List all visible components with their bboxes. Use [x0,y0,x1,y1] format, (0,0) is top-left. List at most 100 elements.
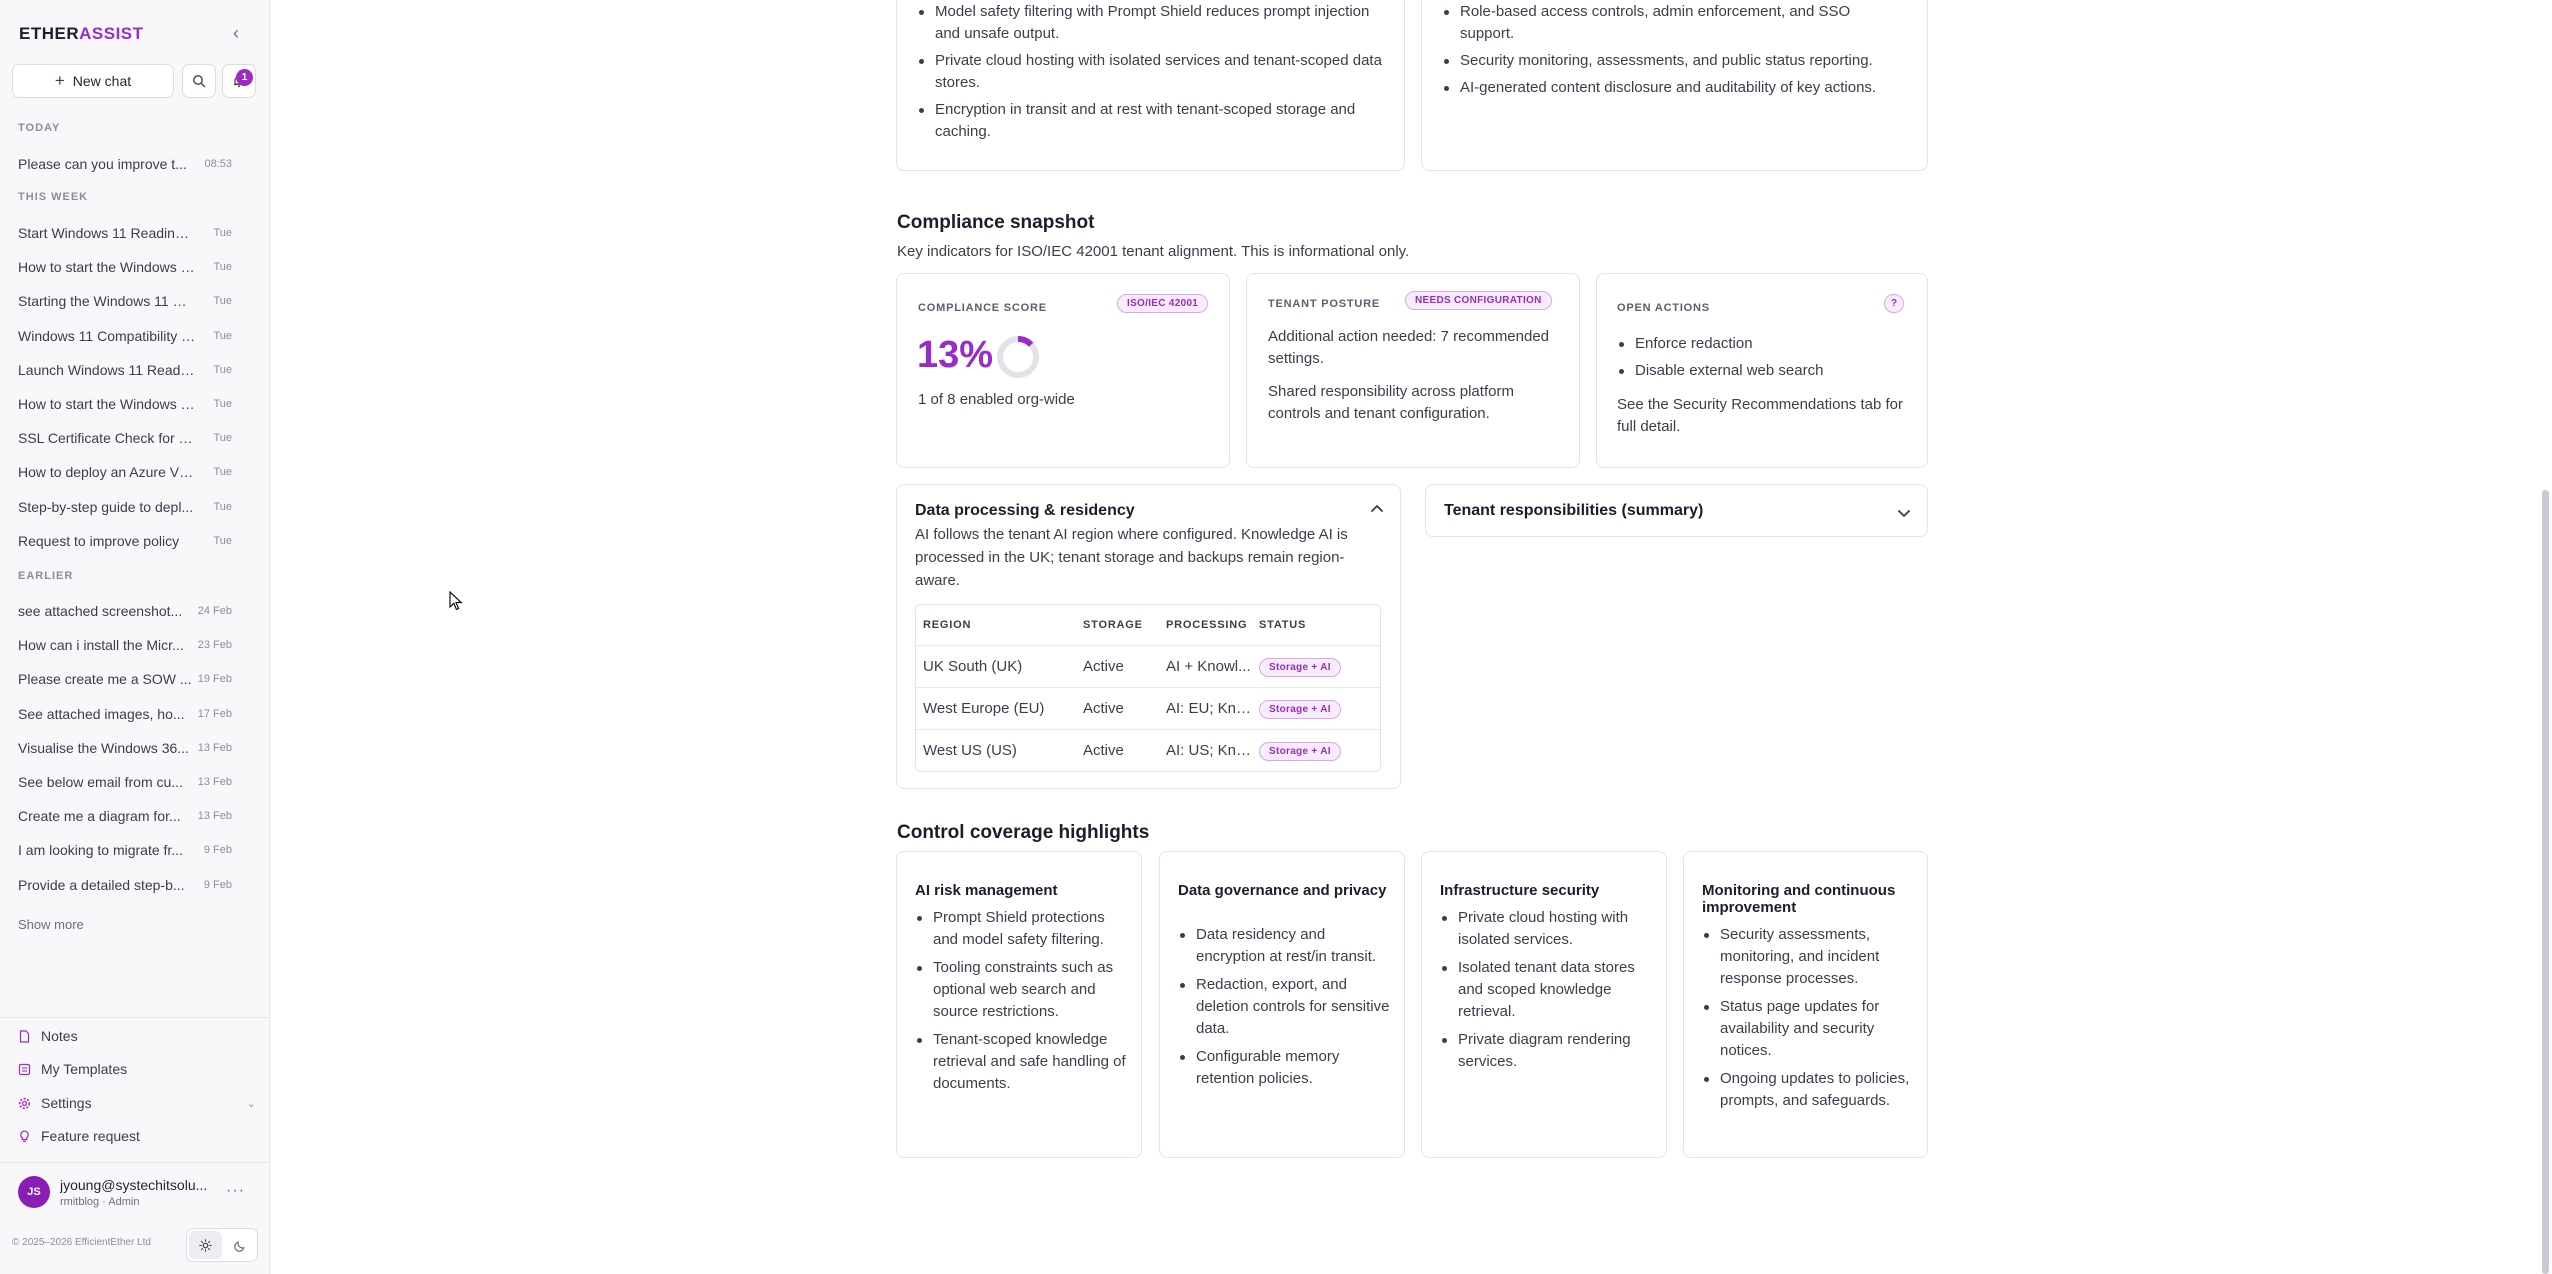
chat-title: Provide a detailed step-b... [18,876,185,893]
tenant-posture-responsibility-text: Shared responsibility across platform co… [1268,383,1514,422]
chat-history-item[interactable]: Launch Windows 11 Readine... Tue [10,357,240,383]
storage-cell: Active [1083,700,1124,717]
header-processing: PROCESSING [1166,619,1248,631]
security-summary-card-right: Role-based access controls, admin enforc… [1421,0,1928,171]
user-menu-button[interactable]: ··· [226,1182,245,1200]
more-horizontal-icon: ··· [226,1182,245,1199]
tenant-responsibilities-accordion[interactable]: Tenant responsibilities (summary) [1425,484,1928,537]
header-storage: STORAGE [1083,619,1143,631]
user-email: jyoung@systechitsolu... [60,1177,208,1193]
page-scrollbar[interactable] [2542,490,2549,1274]
chat-history-item[interactable]: SSL Certificate Check for ht... Tue [10,425,240,451]
chat-history-item[interactable]: Starting the Windows 11 Rea... Tue [10,288,240,314]
table-row: West Europe (EU) Active AI: EU; Kno... Stor… [916,687,1380,729]
chat-title: Visualise the Windows 36... [18,739,189,756]
status-cell: Storage + AI [1259,657,1380,677]
notification-badge: 1 [236,69,253,86]
header-region: REGION [923,619,972,631]
chat-date: 23 Feb [197,639,232,652]
nav-settings[interactable]: Settings ⌄ [18,1090,256,1116]
chat-history-item[interactable]: Please can you improve t... 08:53 [10,151,240,177]
theme-toggle[interactable] [186,1228,258,1262]
chat-history-item[interactable]: Windows 11 Compatibility S... Tue [10,323,240,349]
show-more-link[interactable]: Show more [18,917,84,932]
nav-feature-request[interactable]: Feature request [18,1123,256,1149]
chat-history-item[interactable]: Request to improve policy Tue [10,528,240,554]
lightbulb-icon [20,1130,29,1142]
processing-cell: AI: EU; Kno... [1166,700,1257,717]
plus-icon: + [54,71,65,90]
nav-notes[interactable]: Notes [18,1023,256,1049]
sidebar-divider [0,1017,270,1018]
coverage-card-title: AI risk management [915,882,1058,899]
chat-date: Tue [213,363,232,376]
security-feature-item: Model safety filtering with Prompt Shiel… [913,1,1383,45]
search-button[interactable] [182,64,216,98]
user-role: rmitblog · Admin [60,1196,140,1208]
collapse-residency-button[interactable] [1369,500,1391,520]
nav-settings-label: Settings [41,1095,92,1111]
chat-title: How to deploy an Azure VM... [18,464,196,481]
header-status: STATUS [1259,619,1307,631]
processing-cell: AI + Knowl... [1166,658,1251,675]
dark-mode-button[interactable] [224,1229,257,1261]
control-coverage-card: Monitoring and continuous improvement Sec… [1683,851,1928,1158]
chat-date: 13 Feb [197,810,232,823]
section-label-today: TODAY [18,122,61,134]
status-badge: Storage + AI [1259,699,1341,719]
chevron-up-icon [1371,505,1383,512]
new-chat-button[interactable]: + New chat [12,64,174,98]
chat-title: See below email from cu... [18,774,183,790]
chat-history-item[interactable]: How to start the Windows 11... Tue [10,391,240,417]
chat-title: Request to improve policy [18,532,180,549]
tenant-posture-card: TENANT POSTURE NEEDS CONFIGURATION Addit… [1246,273,1580,468]
data-residency-panel: Data processing & residency AI follows t… [896,484,1401,789]
chat-title: Create me a diagram for... [18,808,181,825]
tenant-responsibilities-title: Tenant responsibilities (summary) [1444,502,1704,519]
storage-cell: Active [1083,742,1124,759]
chat-history-item[interactable]: Step-by-step guide to depl... Tue [10,494,240,520]
nav-my-templates[interactable]: My Templates [18,1056,256,1082]
control-coverage-card: Infrastructure security Private cloud hos… [1421,851,1667,1158]
chat-history-item[interactable]: see attached screenshot... 24 Feb [10,598,240,624]
chat-history-item[interactable]: Start Windows 11 Readiness... Tue [10,220,240,246]
chat-history-item[interactable]: How to deploy an Azure VM... Tue [10,459,240,485]
chat-history-item[interactable]: How can i install the Micr... 23 Feb [10,632,240,658]
coverage-item: Configurable memory retention policies. [1174,1046,1392,1090]
compliance-score-label: COMPLIANCE SCORE [918,302,1047,314]
chat-date: 9 Feb [203,878,232,891]
chat-history-item[interactable]: Please create me a SOW ... 19 Feb [10,666,240,692]
chat-history-item[interactable]: Create me a diagram for... 13 Feb [10,803,240,829]
note-icon [19,1029,30,1043]
avatar[interactable]: JS [18,1176,50,1208]
security-feature-item: Security monitoring, assessments, and pu… [1438,50,1908,72]
chat-title: How to start the Windows 11... [18,259,196,276]
chat-title: Starting the Windows 11 Rea... [18,293,196,310]
security-summary-card-left: Model safety filtering with Prompt Shiel… [896,0,1405,171]
tenant-posture-action-text: Additional action needed: 7 recommended … [1268,328,1550,367]
chat-history-item[interactable]: How to start the Windows 11... Tue [10,254,240,280]
control-coverage-card: AI risk management Prompt Shield protecti… [896,851,1142,1158]
chat-history-item[interactable]: Provide a detailed step-b... 9 Feb [10,872,240,898]
compliance-score-detail: 1 of 8 enabled org-wide [918,391,1075,408]
section-label-earlier: EARLIER [18,570,74,582]
iso-badge: ISO/IEC 42001 [1117,294,1209,313]
status-badge: Storage + AI [1259,657,1341,677]
chat-history-item[interactable]: Visualise the Windows 36... 13 Feb [10,735,240,761]
region-cell: UK South (UK) [923,658,1023,675]
status-cell: Storage + AI [1259,741,1380,761]
collapse-sidebar-button[interactable]: ‹ [226,22,246,44]
chat-date: 13 Feb [197,776,232,788]
coverage-item: Private cloud hosting with isolated serv… [1436,907,1654,951]
chat-date: Tue [213,534,232,547]
coverage-item: Redaction, export, and deletion controls… [1174,974,1392,1040]
light-mode-button[interactable] [189,1231,222,1259]
chat-history-item[interactable]: I am looking to migrate fr... 9 Feb [10,837,240,863]
residency-table: REGION STORAGE PROCESSING STATUS UK Sout… [915,604,1381,772]
chat-title: I am looking to migrate fr... [18,842,183,859]
region-cell: West Europe (EU) [923,700,1045,717]
chat-history-item[interactable]: See attached images, ho... 17 Feb [10,701,240,727]
chat-history-item[interactable]: See below email from cu... 13 Feb [10,769,240,795]
sun-icon [199,1238,212,1252]
security-feature-item: Private cloud hosting with isolated serv… [913,50,1383,94]
